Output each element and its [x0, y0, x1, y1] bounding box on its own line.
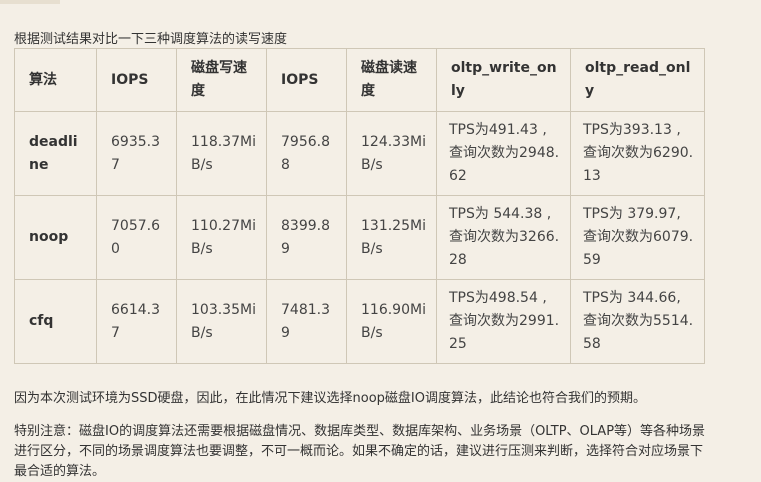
table-row: noop 7057.60 110.27MiB/s 8399.89 131.25M…	[14, 195, 705, 280]
write-iops-cell: 6614.37	[96, 279, 177, 364]
write-iops-cell: 6935.37	[96, 111, 177, 196]
write-iops-cell: 7057.60	[96, 195, 177, 280]
write-speed-cell: 118.37MiB/s	[176, 111, 267, 196]
previous-content-remnant	[0, 0, 60, 4]
oltp-read-cell: TPS为 379.97,查询次数为6079.59	[570, 195, 705, 280]
header-read-iops: IOPS	[266, 48, 347, 112]
header-write-speed: 磁盘写速度	[176, 48, 267, 112]
header-write-iops: IOPS	[96, 48, 177, 112]
header-oltp-write-only: oltp_write_only	[436, 48, 571, 112]
algorithm-cell: noop	[14, 195, 97, 280]
write-speed-cell: 110.27MiB/s	[176, 195, 267, 280]
read-speed-cell: 116.90MiB/s	[346, 279, 437, 364]
write-speed-cell: 103.35MiB/s	[176, 279, 267, 364]
header-algorithm: 算法	[14, 48, 97, 112]
intro-text: 根据测试结果对比一下三种调度算法的读写速度	[14, 32, 288, 47]
read-iops-cell: 7481.39	[266, 279, 347, 364]
read-speed-cell: 131.25MiB/s	[346, 195, 437, 280]
conclusion-text: 因为本次测试环境为SSD硬盘，因此，在此情况下建议选择noop磁盘IO调度算法，…	[14, 391, 646, 406]
table-header-row: 算法 IOPS 磁盘写速度 IOPS 磁盘读速度 oltp_write_only…	[14, 48, 705, 112]
read-iops-cell: 8399.89	[266, 195, 347, 280]
header-read-speed: 磁盘读速度	[346, 48, 437, 112]
oltp-read-cell: TPS为 344.66,查询次数为5514.58	[570, 279, 705, 364]
read-speed-cell: 124.33MiB/s	[346, 111, 437, 196]
oltp-write-cell: TPS为 544.38 ,查询次数为3266.28	[436, 195, 571, 280]
table-row: cfq 6614.37 103.35MiB/s 7481.39 116.90Mi…	[14, 279, 705, 364]
algorithm-cell: cfq	[14, 279, 97, 364]
oltp-read-cell: TPS为393.13 ,查询次数为6290.13	[570, 111, 705, 196]
algorithm-cell: deadline	[14, 111, 97, 196]
special-note-text: 特别注意：磁盘IO的调度算法还需要根据磁盘情况、数据库类型、数据库架构、业务场景…	[14, 424, 706, 479]
oltp-write-cell: TPS为498.54 ,查询次数为2991.25	[436, 279, 571, 364]
table-row: deadline 6935.37 118.37MiB/s 7956.88 124…	[14, 111, 705, 196]
oltp-write-cell: TPS为491.43 ,查询次数为2948.62	[436, 111, 571, 196]
read-iops-cell: 7956.88	[266, 111, 347, 196]
header-oltp-read-only: oltp_read_only	[570, 48, 705, 112]
scheduler-comparison-table: 算法 IOPS 磁盘写速度 IOPS 磁盘读速度 oltp_write_only…	[14, 48, 705, 364]
